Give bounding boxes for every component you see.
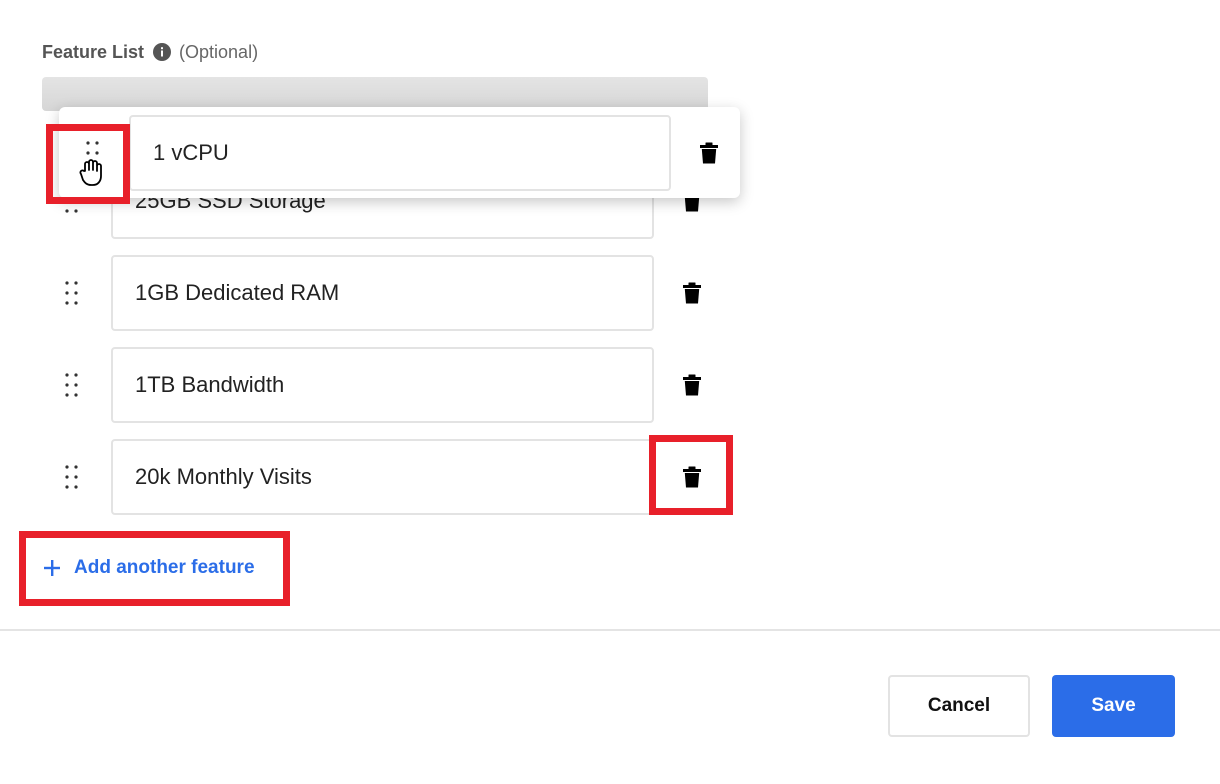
dragging-feature-card[interactable] (59, 107, 740, 198)
feature-list-label-row: Feature List (Optional) (42, 40, 258, 64)
feature-row (42, 347, 722, 423)
grab-cursor-icon (79, 157, 105, 187)
trash-icon[interactable] (678, 371, 706, 399)
feature-list-editor: Feature List (Optional) 25GB SSD Storage… (0, 0, 1220, 784)
feature-input[interactable] (129, 115, 671, 191)
footer-divider (0, 629, 1220, 631)
add-feature-label: Add another feature (74, 557, 255, 578)
info-icon[interactable] (153, 43, 172, 61)
cancel-button[interactable]: Cancel (888, 675, 1030, 737)
trash-icon[interactable] (678, 463, 706, 491)
optional-text: (Optional) (179, 41, 259, 62)
feature-input[interactable] (111, 439, 654, 515)
feature-input[interactable] (111, 255, 654, 331)
trash-icon[interactable] (695, 139, 723, 167)
drag-handle-icon[interactable] (60, 371, 84, 399)
feature-input[interactable] (111, 347, 654, 423)
drag-handle-icon[interactable] (60, 463, 84, 491)
feature-row (42, 439, 722, 515)
plus-icon (42, 558, 62, 578)
drag-handle-icon[interactable] (60, 279, 84, 307)
add-feature-button[interactable]: Add another feature (42, 553, 255, 583)
feature-list-label: Feature List (42, 41, 145, 62)
trash-icon[interactable] (678, 279, 706, 307)
save-button[interactable]: Save (1052, 675, 1175, 737)
drop-placeholder (42, 77, 708, 111)
feature-row (42, 255, 722, 331)
